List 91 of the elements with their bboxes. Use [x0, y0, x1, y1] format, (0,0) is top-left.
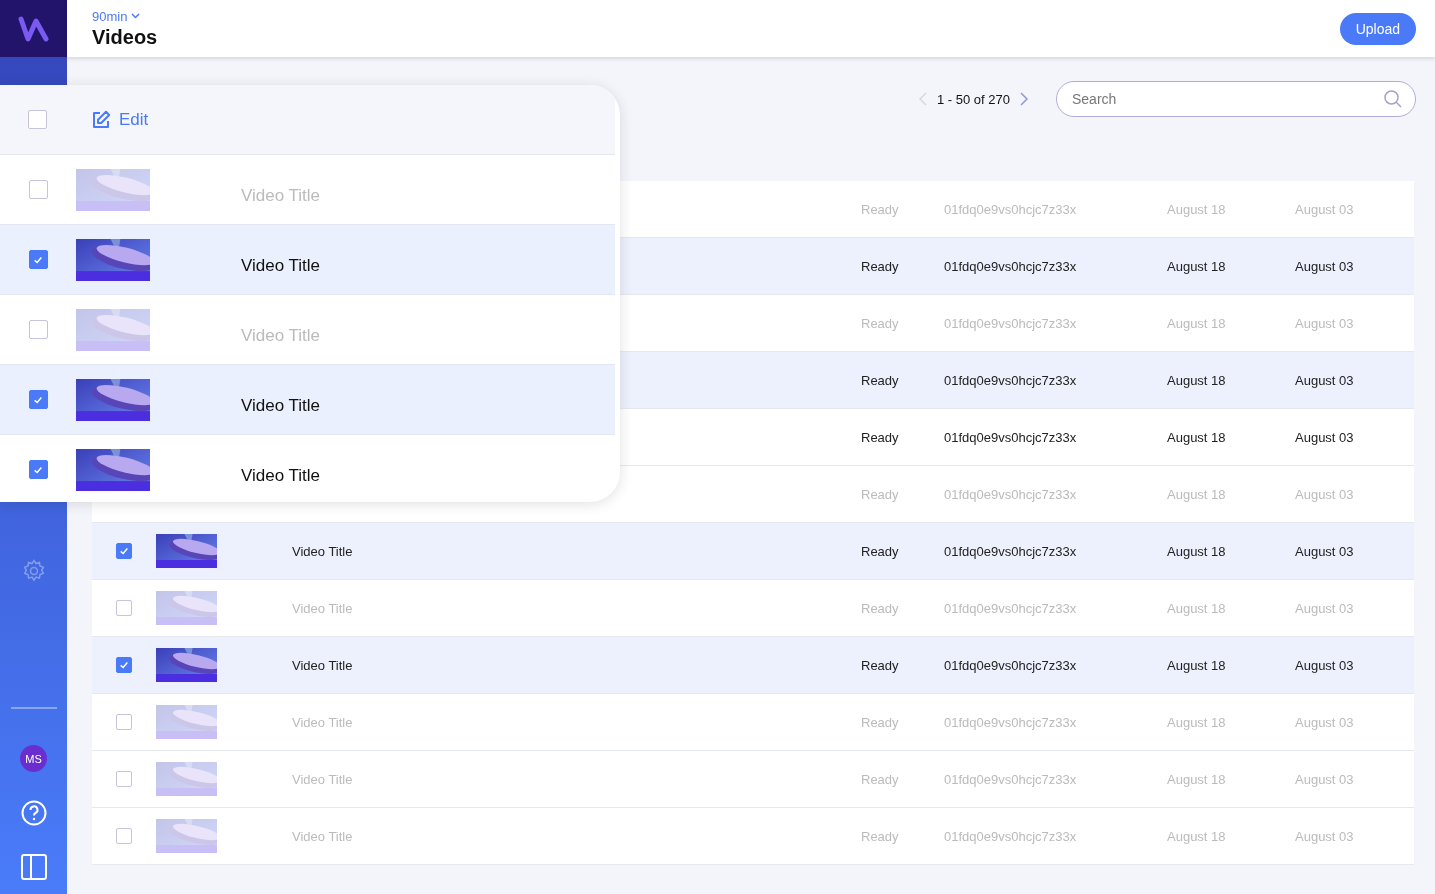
date-cell-text: August 18: [1167, 486, 1227, 502]
video-id-cell-text: 01fdq0e9vs0hcjc7z33x: [944, 543, 1078, 559]
video-id-cell-text: 01fdq0e9vs0hcjc7z33x: [944, 201, 1078, 217]
video-title[interactable]: Video Title: [241, 395, 321, 415]
check-icon: [119, 660, 129, 670]
search-icon[interactable]: [1384, 90, 1402, 108]
status-cell-text: Ready: [861, 315, 900, 331]
checkbox[interactable]: [28, 320, 48, 339]
video-title[interactable]: Video Title: [241, 465, 321, 485]
checkbox[interactable]: [28, 390, 48, 409]
video-title[interactable]: Video Title: [241, 325, 321, 345]
checkbox[interactable]: [116, 657, 132, 673]
check-icon: [33, 464, 43, 475]
date-cell-text: August 03: [1295, 657, 1355, 673]
date-cell-text: August 03: [1295, 372, 1355, 388]
checkbox[interactable]: [116, 828, 132, 844]
status-cell-text: Ready: [861, 828, 900, 844]
user-avatar[interactable]: MS: [20, 745, 47, 772]
video-id-cell-text: 01fdq0e9vs0hcjc7z33x: [944, 486, 1078, 502]
checkbox[interactable]: [116, 771, 132, 787]
status-cell-text: Ready: [861, 771, 900, 787]
video-title[interactable]: Video Title: [292, 714, 353, 730]
status-cell-text: Ready: [861, 543, 900, 559]
video-title[interactable]: Video Title: [292, 600, 353, 616]
date-cell-text: August 18: [1167, 771, 1227, 787]
video-id-cell-text: 01fdq0e9vs0hcjc7z33x: [944, 429, 1078, 445]
video-id-cell-text: 01fdq0e9vs0hcjc7z33x: [944, 600, 1078, 616]
video-id-cell-text: 01fdq0e9vs0hcjc7z33x: [944, 372, 1078, 388]
sidebar-toggle-icon[interactable]: [20, 854, 47, 880]
checkbox[interactable]: [28, 110, 47, 129]
page-title: Videos: [92, 25, 158, 49]
status-cell-text: Ready: [861, 714, 900, 730]
checkbox[interactable]: [116, 600, 132, 616]
date-cell-text: August 03: [1295, 714, 1355, 730]
date-cell-text: August 18: [1167, 828, 1227, 844]
status-cell-text: Ready: [861, 600, 900, 616]
upload-button[interactable]: Upload: [1339, 12, 1416, 45]
checkbox[interactable]: [116, 714, 132, 730]
video-title[interactable]: Video Title: [292, 828, 353, 844]
date-cell-text: August 18: [1167, 201, 1227, 217]
chevron-down-icon[interactable]: [131, 13, 141, 19]
checkbox[interactable]: [116, 543, 132, 559]
date-cell-text: August 03: [1295, 258, 1355, 274]
video-id-cell-text: 01fdq0e9vs0hcjc7z33x: [944, 714, 1078, 730]
date-cell-text: August 03: [1295, 429, 1355, 445]
edit-button[interactable]: Edit: [91, 109, 149, 130]
date-cell-text: August 03: [1295, 315, 1355, 331]
status-cell-text: Ready: [861, 372, 900, 388]
checkbox[interactable]: [28, 460, 48, 479]
date-cell-text: August 18: [1167, 714, 1227, 730]
date-cell-text: August 03: [1295, 486, 1355, 502]
video-title[interactable]: Video Title: [241, 255, 321, 275]
date-cell-text: August 18: [1167, 600, 1227, 616]
status-cell-text: Ready: [861, 486, 900, 502]
video-title[interactable]: Video Title: [292, 543, 353, 559]
date-cell-text: August 18: [1167, 543, 1227, 559]
date-cell-text: August 03: [1295, 600, 1355, 616]
date-cell-text: August 18: [1167, 258, 1227, 274]
date-cell-text: August 18: [1167, 372, 1227, 388]
video-title[interactable]: Video Title: [292, 771, 353, 787]
status-cell-text: Ready: [861, 258, 900, 274]
date-cell-text: August 18: [1167, 429, 1227, 445]
status-cell-text: Ready: [861, 429, 900, 445]
video-id-cell-text: 01fdq0e9vs0hcjc7z33x: [944, 258, 1078, 274]
pagination-label: 1 - 50 of 270: [937, 91, 1010, 107]
date-cell-text: August 03: [1295, 828, 1355, 844]
video-id-cell-text: 01fdq0e9vs0hcjc7z33x: [944, 771, 1078, 787]
edit-icon: [91, 109, 111, 130]
date-cell-text: August 03: [1295, 771, 1355, 787]
status-cell-text: Ready: [861, 201, 900, 217]
video-id-cell-text: 01fdq0e9vs0hcjc7z33x: [944, 657, 1078, 673]
help-icon[interactable]: [20, 800, 47, 826]
date-cell-text: August 03: [1295, 543, 1355, 559]
chevron-right-icon[interactable]: [1020, 92, 1028, 106]
video-title[interactable]: Video Title: [241, 185, 321, 205]
settings-icon[interactable]: [21, 559, 46, 583]
date-cell-text: August 03: [1295, 201, 1355, 217]
status-cell-text: Ready: [861, 657, 900, 673]
check-icon: [33, 394, 43, 405]
checkbox[interactable]: [28, 250, 48, 269]
video-id-cell-text: 01fdq0e9vs0hcjc7z33x: [944, 828, 1078, 844]
date-cell-text: August 18: [1167, 315, 1227, 331]
checkbox[interactable]: [28, 180, 48, 199]
check-icon: [33, 254, 43, 265]
video-title[interactable]: Video Title: [292, 657, 353, 673]
search-field[interactable]: Search: [1056, 81, 1416, 117]
workspace-selector[interactable]: 90min: [92, 8, 128, 24]
date-cell-text: August 18: [1167, 657, 1227, 673]
logo-icon[interactable]: [17, 14, 50, 43]
video-id-cell-text: 01fdq0e9vs0hcjc7z33x: [944, 315, 1078, 331]
check-icon: [119, 546, 129, 556]
